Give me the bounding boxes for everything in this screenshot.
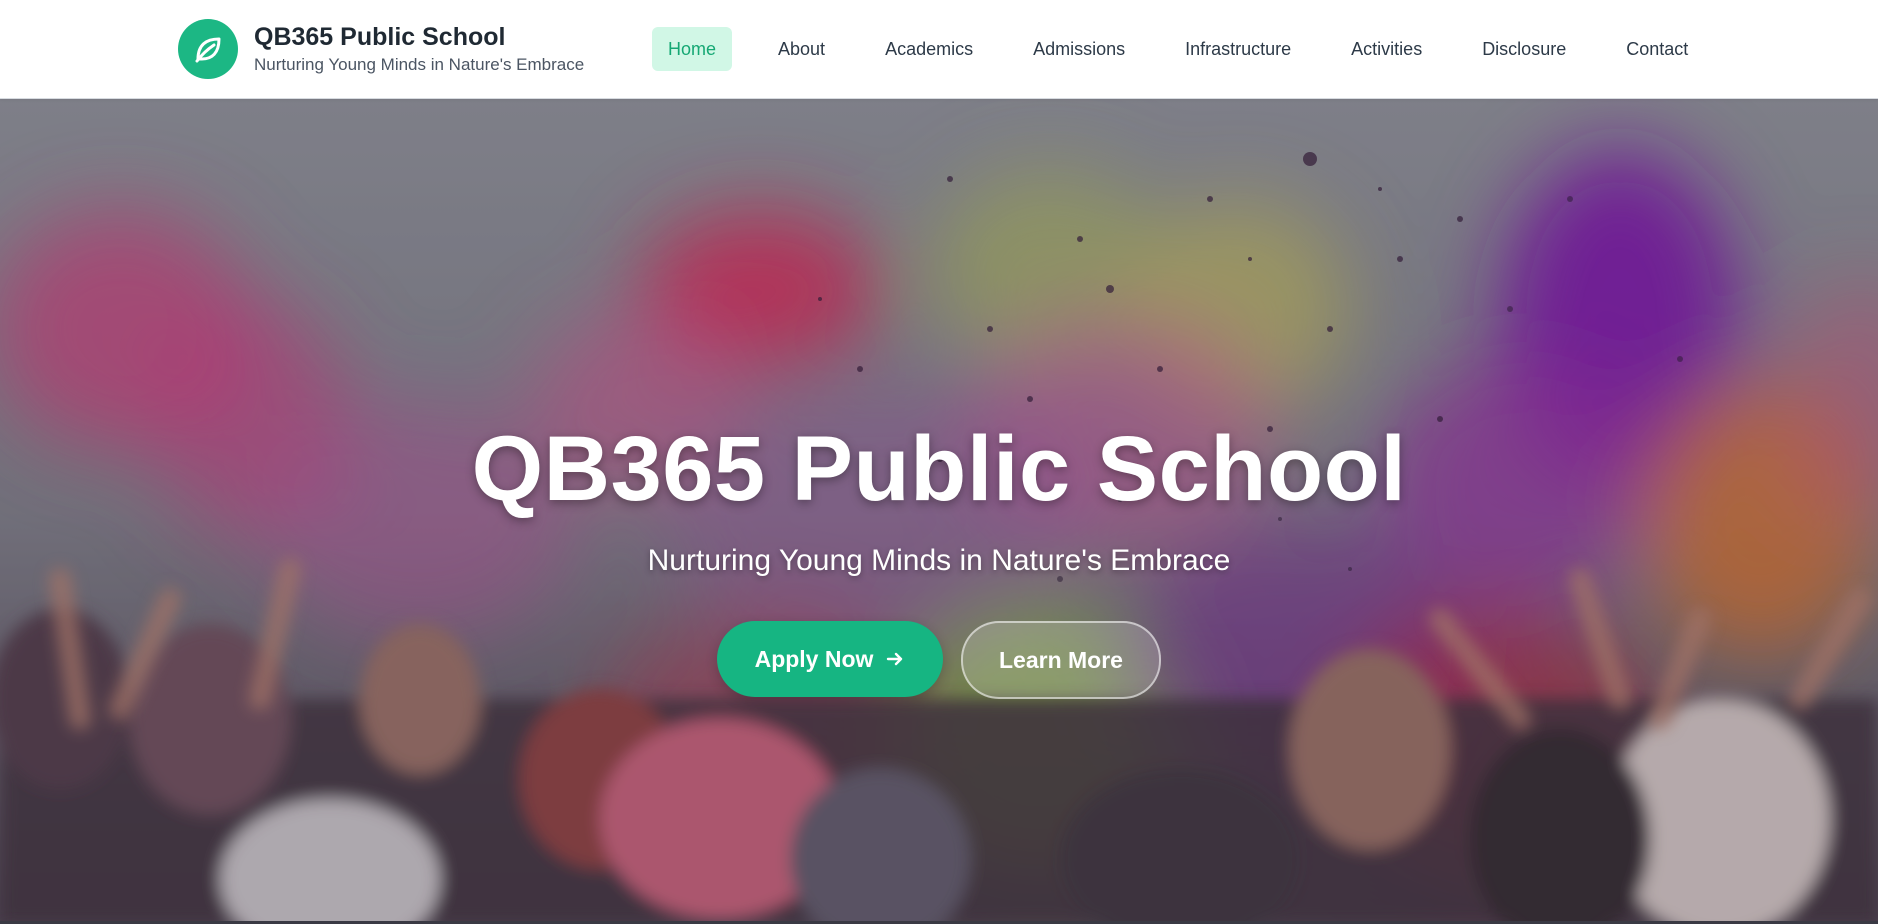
hero-title: QB365 Public School [471,418,1407,520]
hero-section: QB365 Public School Nurturing Young Mind… [0,99,1878,924]
nav-item-disclosure[interactable]: Disclosure [1466,27,1582,71]
apply-now-button[interactable]: Apply Now [717,621,943,697]
school-tagline: Nurturing Young Minds in Nature's Embrac… [254,55,585,74]
learn-more-label: Learn More [999,646,1123,673]
nav-item-activities[interactable]: Activities [1335,27,1438,71]
hero-subtitle: Nurturing Young Minds in Nature's Embrac… [647,544,1231,577]
hero-actions: Apply Now Learn More [0,621,1878,699]
nav-item-contact[interactable]: Contact [1610,27,1704,71]
nav-item-home[interactable]: Home [652,27,733,71]
nav-item-admissions[interactable]: Admissions [1017,27,1141,71]
brand[interactable]: QB365 Public School Nurturing Young Mind… [178,19,584,79]
school-name: QB365 Public School [254,23,506,51]
site-header: QB365 Public School Nurturing Young Mind… [0,0,1878,99]
nav-item-infrastructure[interactable]: Infrastructure [1169,27,1307,71]
nav-item-about[interactable]: About [762,27,841,71]
arrow-right-icon [885,649,905,669]
apply-now-label: Apply Now [754,645,874,672]
nav-item-academics[interactable]: Academics [869,27,989,71]
main-nav: Home About Academics Admissions Infrastr… [652,27,1732,71]
leaf-icon [178,19,238,79]
learn-more-button[interactable]: Learn More [961,621,1161,699]
